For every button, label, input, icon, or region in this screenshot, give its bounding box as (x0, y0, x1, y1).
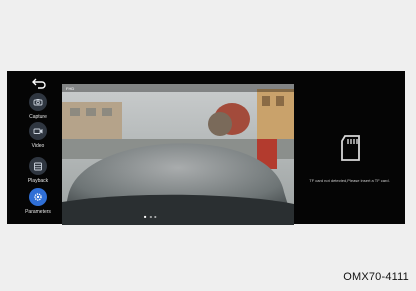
nav-parameters[interactable]: Parameters (15, 188, 61, 215)
sidebar: Capture Video Playback Parameters (7, 71, 59, 224)
sd-card-icon (341, 135, 360, 161)
nav-playback[interactable]: Playback (15, 157, 61, 184)
nav-playback-label: Playback (27, 178, 49, 184)
gear-icon (29, 188, 47, 206)
nav-capture[interactable]: Capture (15, 93, 61, 120)
return-arrow-icon[interactable] (32, 77, 46, 89)
camera-status-bar (62, 84, 294, 92)
nav-capture-label: Capture (29, 114, 47, 120)
infotainment-screen: Capture Video Playback Parameters FHD ■ … (7, 71, 405, 225)
camera-live-view[interactable]: FHD ■ ◂ ▸ (62, 84, 294, 225)
photo-camera-icon (29, 93, 47, 111)
playback-icon (29, 157, 47, 175)
nav-video[interactable]: Video (15, 122, 61, 149)
nav-video-label: Video (31, 143, 45, 149)
tf-card-message: TF card not detected,Please insert a TF … (309, 178, 390, 183)
camera-resolution-label: FHD (66, 86, 75, 91)
model-code: OMX70-4111 (343, 271, 409, 283)
video-camera-icon (29, 122, 47, 140)
nav-parameters-label: Parameters (25, 209, 51, 215)
camera-controls: ■ ◂ ▸ (144, 214, 158, 219)
tf-card-panel: TF card not detected,Please insert a TF … (294, 84, 405, 225)
camera-image (62, 84, 294, 225)
